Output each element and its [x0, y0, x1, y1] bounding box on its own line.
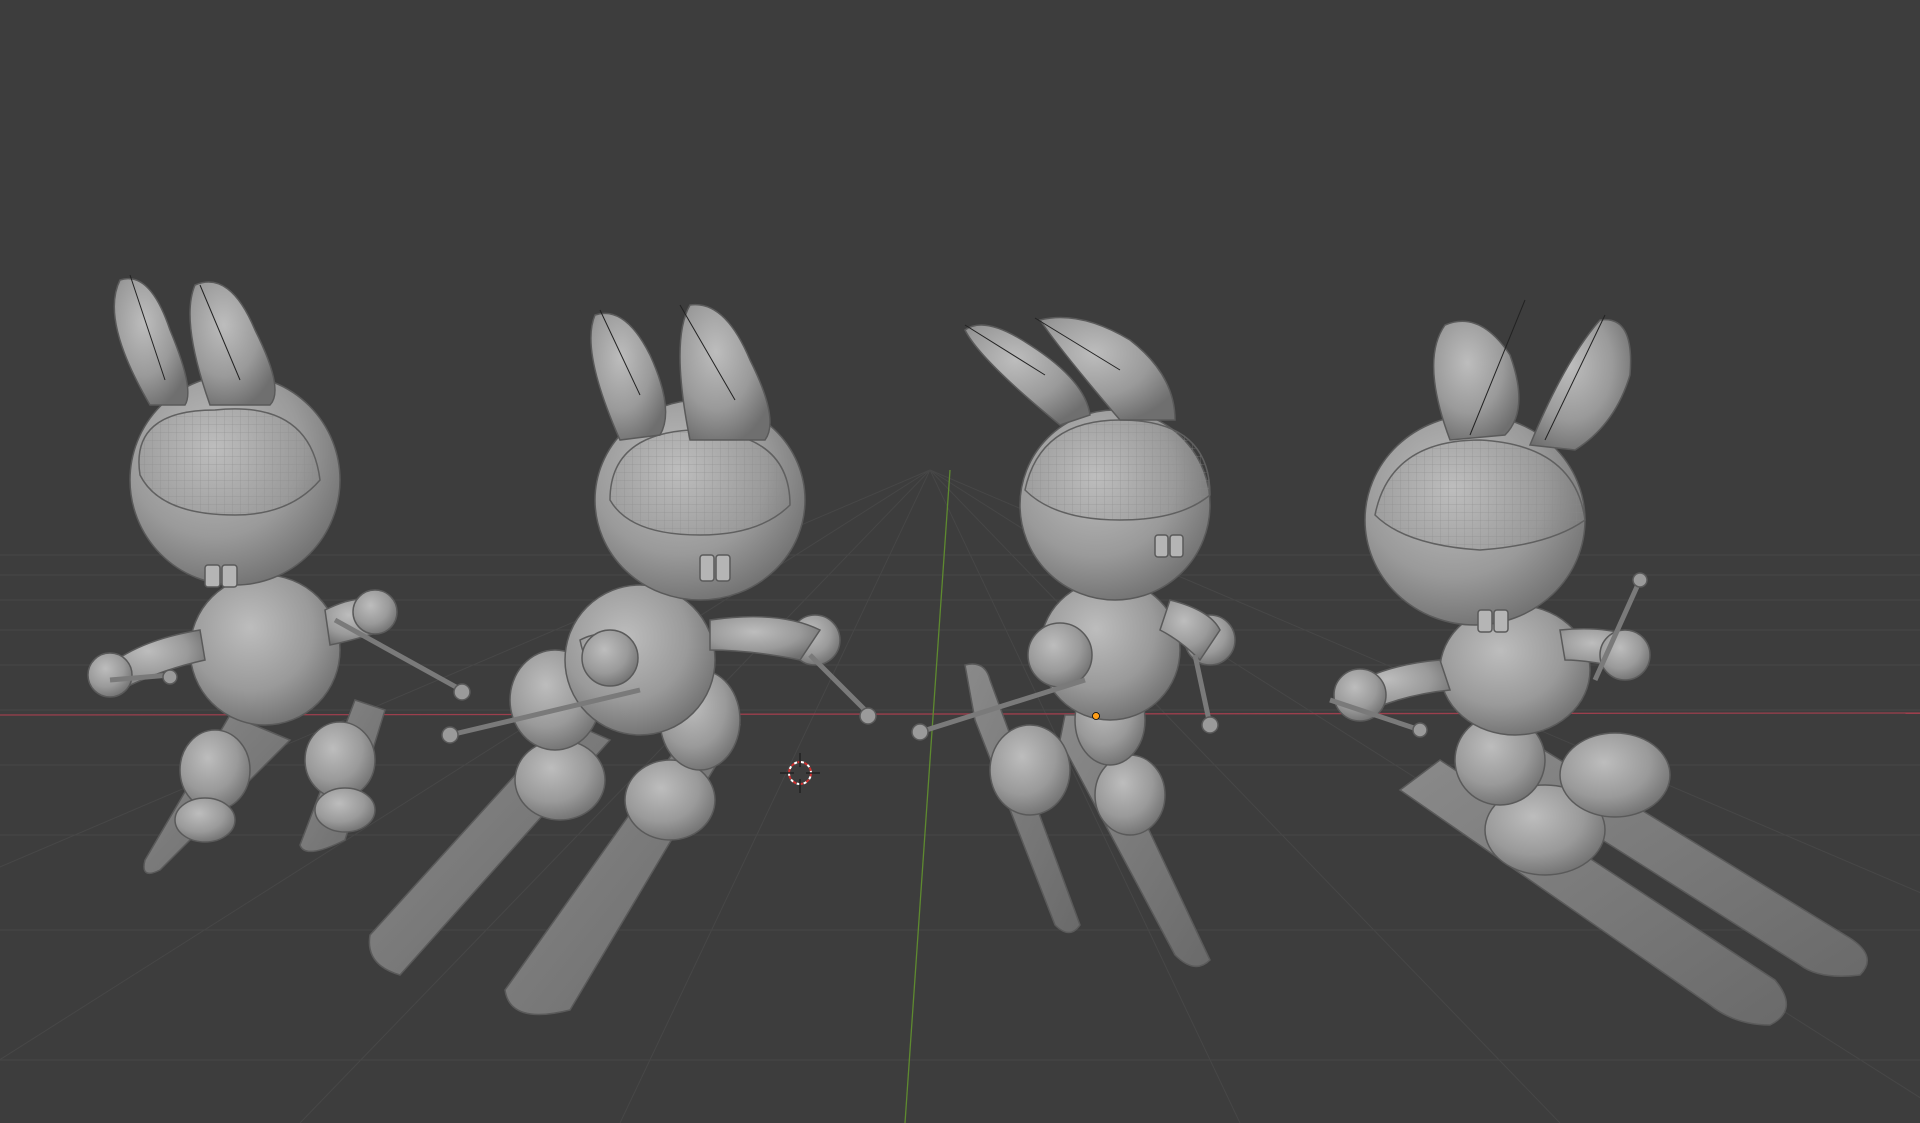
object-origin-icon: [1092, 712, 1100, 720]
bunny-skier-1[interactable]: [87, 274, 471, 875]
bunny-skier-4[interactable]: [1329, 299, 1869, 1026]
bunny-skier-3[interactable]: [911, 316, 1236, 968]
3d-cursor-icon[interactable]: [780, 753, 820, 793]
viewport-canvas[interactable]: [0, 0, 1920, 1123]
3d-viewport[interactable]: [0, 0, 1920, 1123]
y-axis-line: [904, 469, 951, 1123]
bunny-skier-2[interactable]: [368, 303, 877, 1016]
